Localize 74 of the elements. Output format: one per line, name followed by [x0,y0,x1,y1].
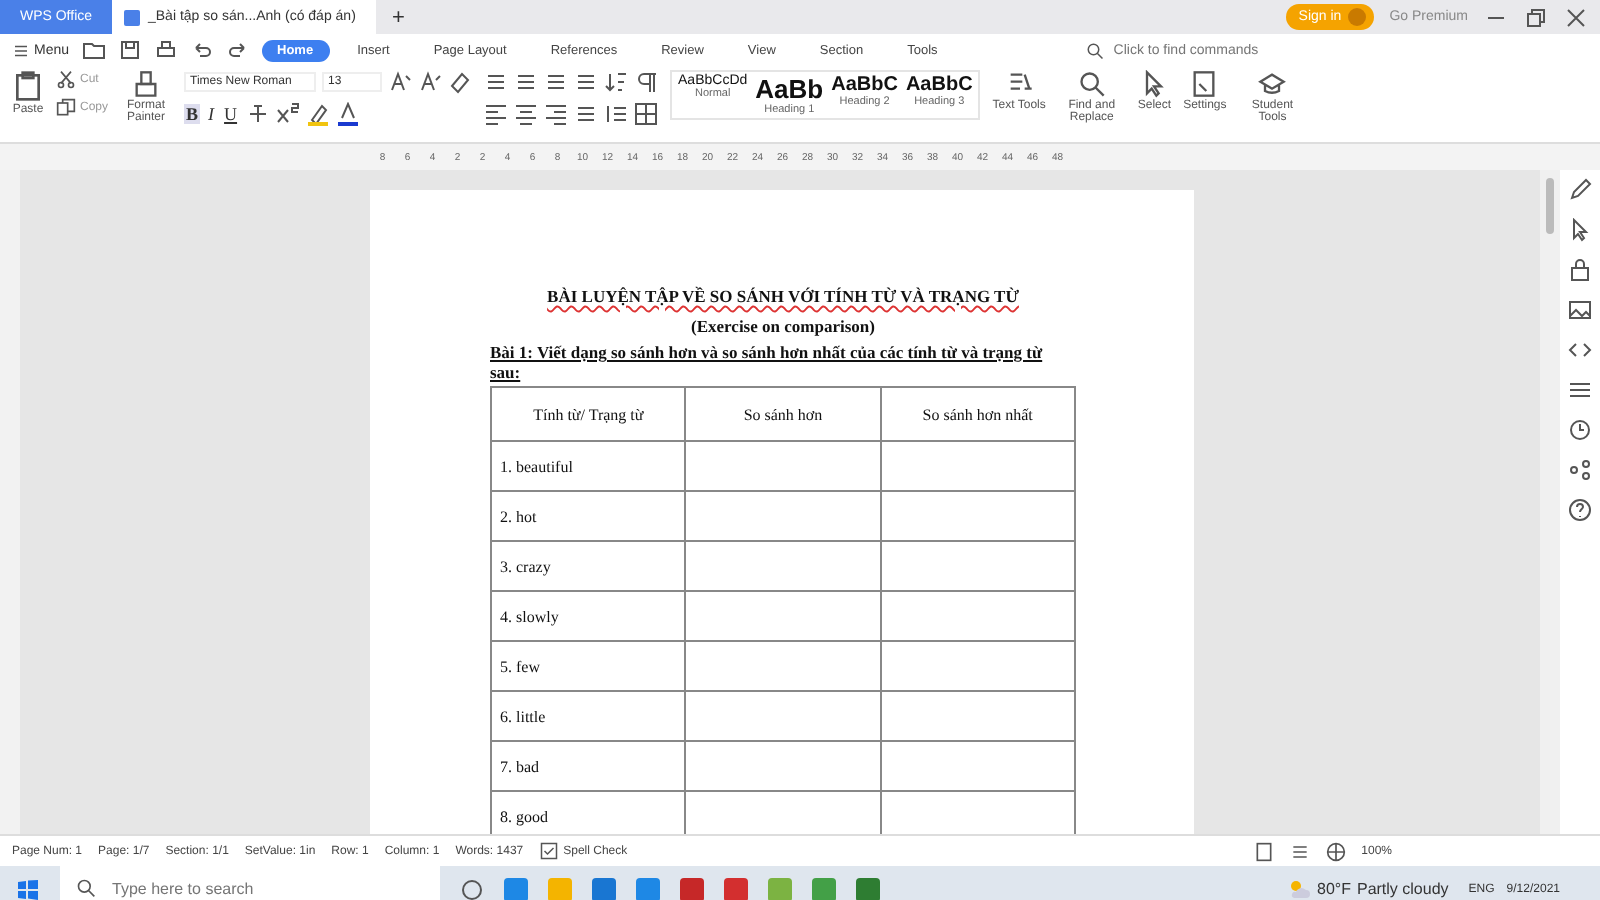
italic-button[interactable]: I [206,104,217,124]
cursor-icon[interactable] [1568,218,1592,242]
eraser-icon[interactable] [448,70,473,94]
undo-icon[interactable] [189,38,214,62]
scrollbar-thumb[interactable] [1546,178,1554,234]
weather-text: Partly cloudy [1356,880,1449,898]
taskbar-app-icon[interactable] [504,877,528,900]
cursor-icon[interactable] [1140,70,1169,98]
sort-icon[interactable] [604,70,629,94]
table-cell: 2. hot [491,491,686,541]
paragraph-mark-icon[interactable] [634,70,659,94]
outline-view-icon[interactable] [1289,841,1310,861]
table-header: Tính từ/ Trạng từ [491,387,686,441]
printer-icon[interactable] [153,38,178,62]
new-tab-button[interactable]: + [376,0,421,34]
grow-font-icon[interactable] [388,70,413,94]
table-header: So sánh hơn [685,387,881,441]
borders-icon[interactable] [634,102,659,126]
task-view-icon[interactable] [460,877,484,900]
clipboard-icon [12,70,44,102]
align-right-icon[interactable] [544,102,569,126]
underline-button[interactable]: U [222,104,240,124]
spell-check-icon [539,842,558,860]
taskbar-app-icon[interactable] [636,877,660,900]
document-subtitle: (Exercise on comparison) [689,316,877,336]
table-header: So sánh hơn nhất [880,387,1075,441]
strikethrough-icon[interactable] [245,102,270,126]
share-icon[interactable] [1568,458,1592,482]
image-icon[interactable] [1568,298,1592,322]
redo-icon[interactable] [225,38,250,62]
table-cell: 7. bad [491,741,686,791]
magnifier-icon[interactable] [1077,70,1106,98]
font-color-icon[interactable] [335,102,360,126]
table-cell: 8. good [491,791,686,834]
save-icon[interactable] [117,38,142,62]
windows-start-icon[interactable] [16,877,40,900]
search-icon [1085,41,1104,59]
table-cell: 6. little [491,691,686,741]
menu-icon [12,41,30,59]
line-spacing-icon[interactable] [604,102,629,126]
restore-icon[interactable] [1524,5,1548,29]
lock-icon[interactable] [1568,258,1592,282]
copy-icon [56,98,76,118]
scissors-icon [56,70,76,90]
close-icon[interactable] [1564,5,1588,29]
bold-button[interactable]: B [184,104,201,124]
taskbar-search-field[interactable]: Type here to search [60,866,440,900]
table-cell: 4. slowly [491,591,686,641]
cloud-sun-icon [1287,877,1311,900]
superscript-icon[interactable] [275,102,300,126]
taskbar-app-icon[interactable] [592,877,616,900]
table-cell: 1. beautiful [491,441,686,491]
taskbar-app-icon[interactable] [812,877,836,900]
taskbar-app-icon[interactable] [856,877,880,900]
align-left-icon[interactable] [484,102,509,126]
taskbar-app-icon[interactable] [724,877,748,900]
align-center-icon[interactable] [514,102,539,126]
graduation-cap-icon[interactable] [1258,70,1287,98]
help-icon[interactable] [1568,498,1592,522]
code-icon[interactable] [1568,338,1592,362]
table-cell: 5. few [491,641,686,691]
highlight-icon[interactable] [305,102,330,126]
open-folder-icon[interactable] [81,38,106,62]
history-icon[interactable] [1568,418,1592,442]
web-view-icon[interactable] [1325,841,1346,861]
pencil-icon[interactable] [1568,178,1592,202]
shrink-font-icon[interactable] [418,70,443,94]
search-icon [76,878,96,898]
temperature: 80°F [1317,880,1351,898]
taskbar-app-icon[interactable] [680,877,704,900]
exercise-heading: Bài 1: Viết dạng so sánh hơn và so sánh hơn nhất của các tính từ và trạng từ sau: [490,342,1045,382]
page-view-icon[interactable] [1253,841,1274,861]
table-cell: 3. crazy [491,541,686,591]
document-title: BÀI LUYỆN TẬP VỀ SO SÁNH VỚI TÍNH TỪ VÀ TRẠNG TỪ [545,286,1021,306]
